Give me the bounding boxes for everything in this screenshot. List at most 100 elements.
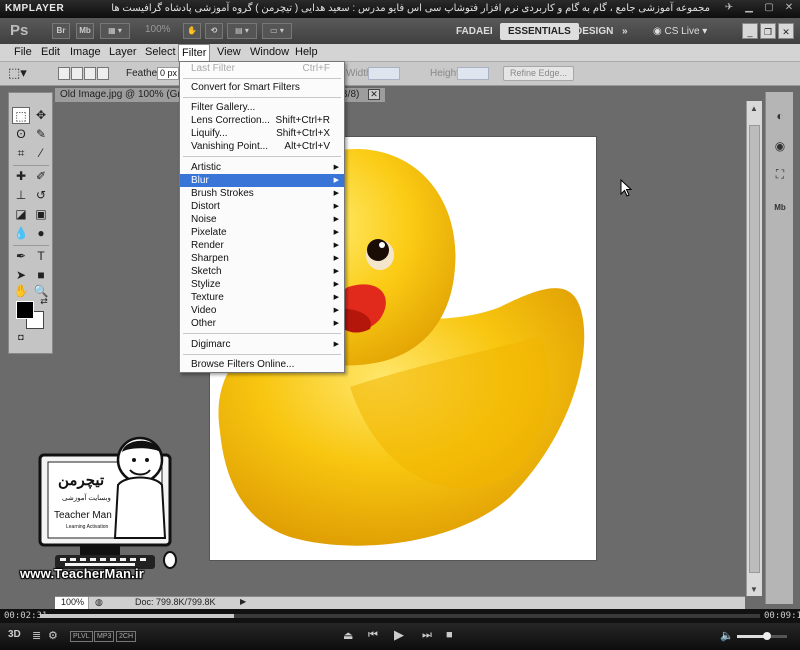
menu-file[interactable]: File [11,46,35,58]
menu-item-digimarc[interactable]: Digimarc ▶ [180,338,344,351]
player-seek-bar[interactable]: 00:02:31 00:09:12 [0,609,800,623]
mini-bridge-button[interactable]: Mb [76,23,94,39]
seek-track[interactable] [40,614,760,618]
menu-item-sharpen[interactable]: Sharpen ▶ [180,252,344,265]
screen-mode-button[interactable]: ▭ ▾ [262,23,292,39]
adjustments-icon[interactable]: ◐ [771,108,789,124]
menu-edit[interactable]: Edit [38,46,63,58]
menu-item-pixelate[interactable]: Pixelate ▶ [180,226,344,239]
pen-icon[interactable]: ✒ [12,248,30,265]
rotate-view-icon[interactable]: ⟲ [205,23,223,39]
swap-colors-icon[interactable]: ⇄ [35,293,53,310]
menu-image[interactable]: Image [67,46,104,58]
move-icon[interactable]: ✥ [32,107,50,124]
menu-item-video[interactable]: Video ▶ [180,304,344,317]
eraser-icon[interactable]: ◪ [12,206,30,223]
menu-layer[interactable]: Layer [106,46,140,58]
vertical-scrollbar[interactable]: ▲ ▼ [746,101,762,596]
status-zoom-field[interactable]: 100% [55,597,89,609]
width-input[interactable] [368,67,400,80]
status-menu-arrow-icon[interactable]: ▶ [240,597,246,606]
status-info-icon[interactable]: ◍ [95,597,103,608]
hand-icon[interactable]: ✋ [12,283,30,300]
masks-icon[interactable]: ⛶ [771,166,789,182]
settings-gear-icon[interactable]: ⚙ [48,629,58,642]
maximize-icon[interactable]: ▢ [762,2,776,14]
height-input[interactable] [457,67,489,80]
menu-item-noise[interactable]: Noise ▶ [180,213,344,226]
menu-item-convert-smart-filters[interactable]: Convert for Smart Filters [180,81,344,94]
lasso-icon[interactable]: ʘ [12,126,30,143]
scroll-down-icon[interactable]: ▼ [750,585,758,594]
menu-item-browse-filters-online[interactable]: Browse Filters Online... [180,358,344,371]
plvl-badge[interactable]: PLVL [70,631,93,642]
path-select-icon[interactable]: ➤ [12,267,30,284]
cs-live-menu[interactable]: ◉ CS Live ▾ [653,23,707,40]
dodge-icon[interactable]: ● [32,225,50,242]
volume-knob[interactable] [763,632,771,640]
play-icon[interactable]: ▶ [394,627,404,643]
arrange-documents-button[interactable]: ▤ ▾ [227,23,257,39]
more-workspaces-icon[interactable]: » [614,23,636,40]
scroll-thumb[interactable] [749,125,760,573]
menu-select[interactable]: Select [142,46,179,58]
next-icon[interactable]: ⏭ [422,629,432,642]
new-selection-icon[interactable] [58,67,70,80]
foreground-color-swatch[interactable] [16,301,34,319]
scroll-up-icon[interactable]: ▲ [750,104,758,113]
menu-help[interactable]: Help [292,46,321,58]
healing-icon[interactable]: ✚ [12,168,30,185]
ps-close-icon[interactable]: ✕ [778,23,794,39]
eyedropper-icon[interactable]: ⁄ [32,145,50,162]
menu-view[interactable]: View [214,46,244,58]
minimize-icon[interactable]: ▁ [742,2,756,14]
intersect-selection-icon[interactable] [97,67,109,80]
add-selection-icon[interactable] [71,67,83,80]
menu-item-sketch[interactable]: Sketch ▶ [180,265,344,278]
menu-item-last-filter[interactable]: Last Filter Ctrl+F [180,62,344,75]
playlist-icon[interactable]: ≣ [32,629,41,642]
blur-icon[interactable]: 💧 [12,225,30,242]
quick-select-icon[interactable]: ✎ [32,126,50,143]
document-close-icon[interactable]: ✕ [368,89,380,100]
brush-icon[interactable]: ✐ [32,168,50,185]
zoom-level[interactable]: 100% [145,24,171,35]
volume-slider[interactable] [737,632,787,640]
stamp-icon[interactable]: ⊥ [12,187,30,204]
shape-icon[interactable]: ■ [32,267,50,284]
crop-icon[interactable]: ⌗ [12,145,30,162]
subtract-selection-icon[interactable] [84,67,96,80]
type-icon[interactable]: T [32,248,50,265]
menu-item-lens-correction[interactable]: Lens Correction... Shift+Ctrl+R [180,114,344,127]
ps-minimize-icon[interactable]: _ [742,23,758,39]
refine-edge-button[interactable]: Refine Edge... [503,66,575,81]
tool-preset-icon[interactable]: ⬚▾ [8,65,27,81]
previous-icon[interactable]: ⏮ [368,629,378,642]
view-extras-button[interactable]: ▦ ▾ [100,23,130,39]
menu-window[interactable]: Window [247,46,292,58]
menu-item-artistic[interactable]: Artistic ▶ [180,161,344,174]
ps-restore-icon[interactable]: ❐ [760,23,776,39]
quick-mask-icon[interactable]: ◘ [12,329,30,346]
history-brush-icon[interactable]: ↺ [32,187,50,204]
menu-item-brush-strokes[interactable]: Brush Strokes ▶ [180,187,344,200]
styles-icon[interactable]: ◉ [771,138,789,154]
workspace-fadaei[interactable]: FADAEI [448,23,501,40]
menu-item-render[interactable]: Render ▶ [180,239,344,252]
bridge-button[interactable]: Br [52,23,70,39]
menu-filter[interactable]: Filter [178,44,211,62]
mini-bridge-panel-icon[interactable]: Mb [771,200,789,216]
hand-tool-icon[interactable]: ✋ [183,23,201,39]
menu-item-vanishing-point[interactable]: Vanishing Point... Alt+Ctrl+V [180,140,344,153]
feather-input[interactable]: 0 px [157,67,179,80]
mp3-badge[interactable]: MP3 [94,631,115,642]
channels-badge[interactable]: 2CH [116,631,137,642]
menu-item-filter-gallery[interactable]: Filter Gallery... [180,101,344,114]
eject-icon[interactable]: ⏏ [343,629,353,642]
pin-icon[interactable]: ✈ [722,2,736,14]
stop-icon[interactable]: ■ [446,629,453,641]
marquee-icon[interactable]: ⬚ [12,107,30,124]
menu-item-stylize[interactable]: Stylize ▶ [180,278,344,291]
gradient-icon[interactable]: ▣ [32,206,50,223]
menu-item-other[interactable]: Other ▶ [180,317,344,330]
